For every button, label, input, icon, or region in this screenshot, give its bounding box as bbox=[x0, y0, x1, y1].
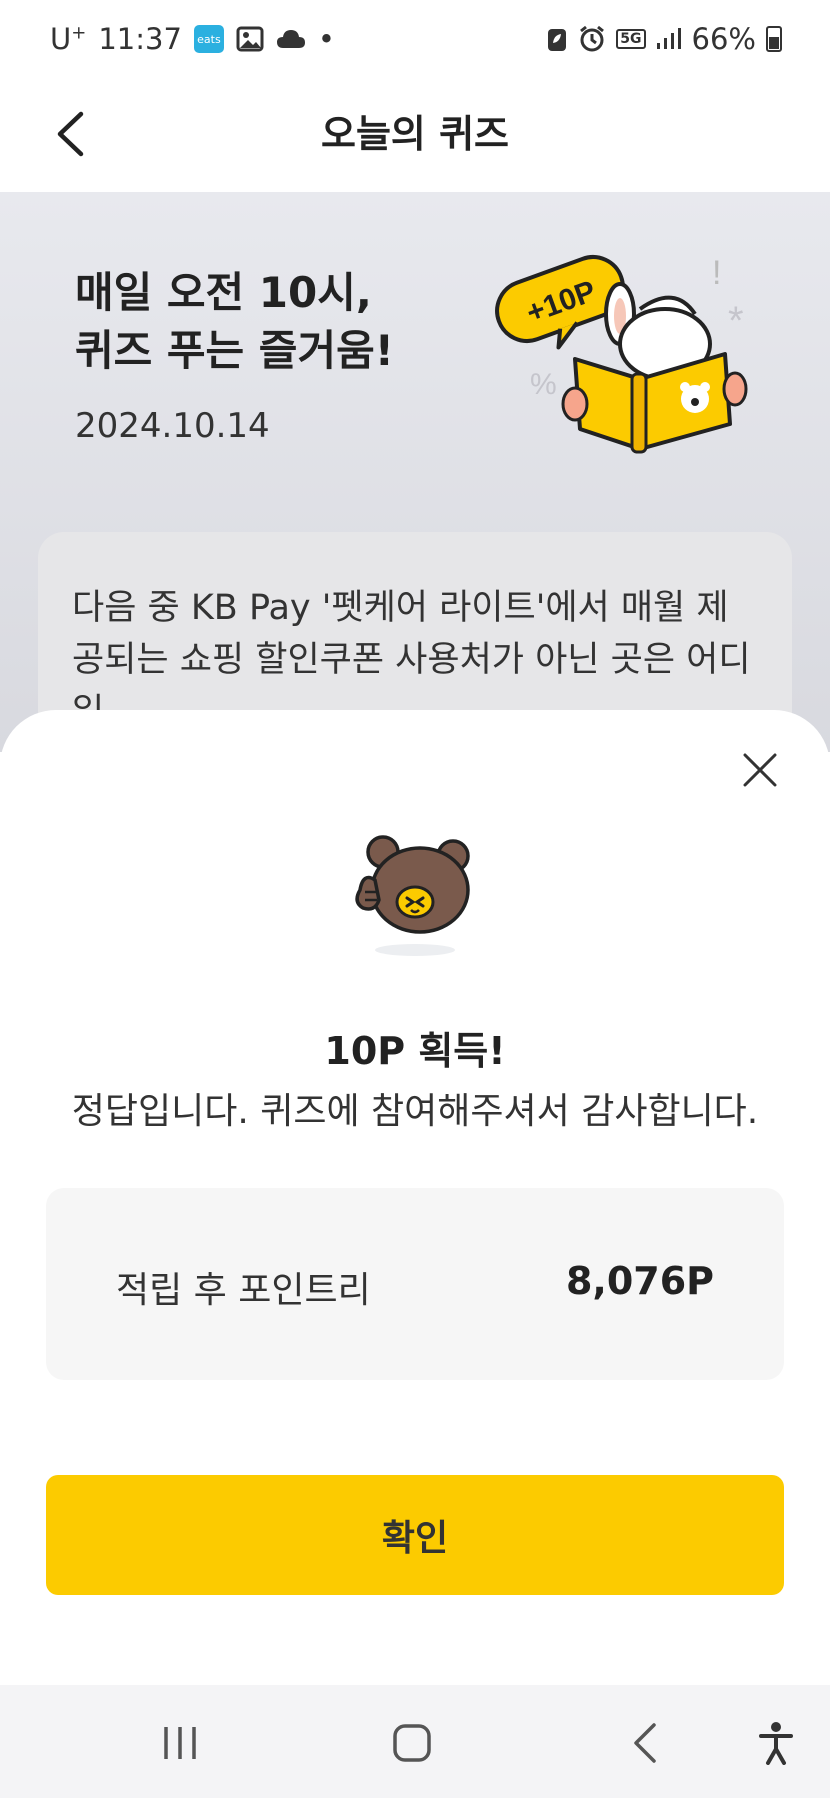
reward-title: 10P 획득! bbox=[324, 1029, 506, 1073]
status-left: U+ 11:37 eats • bbox=[50, 22, 335, 56]
confirm-button[interactable]: 확인 bbox=[46, 1475, 784, 1595]
promo-title: 매일 오전 10시, 퀴즈 푸는 즐거움! bbox=[75, 268, 394, 375]
accessibility-button[interactable] bbox=[736, 1713, 816, 1773]
reading-bunny-illustration: +10P ! * % bbox=[495, 254, 748, 454]
system-back-button[interactable] bbox=[605, 1713, 685, 1773]
thumbs-up-bear-illustration bbox=[355, 835, 470, 956]
eats-app-icon: eats bbox=[193, 25, 224, 53]
points-label: 적립 후 포인트리 bbox=[116, 1270, 371, 1311]
reward-message: 정답입니다. 퀴즈에 참여해주셔서 감사합니다. bbox=[71, 1091, 759, 1132]
gallery-icon bbox=[236, 26, 264, 52]
accessibility-icon bbox=[759, 1722, 793, 1765]
battery-icon bbox=[766, 26, 782, 52]
carrier-label: U+ bbox=[50, 22, 87, 56]
svg-text:*: * bbox=[728, 299, 744, 343]
points-summary-box: 적립 후 포인트리 8,076P bbox=[46, 1188, 784, 1380]
app-header: 오늘의 퀴즈 bbox=[0, 80, 830, 192]
cloud-icon bbox=[276, 30, 305, 48]
page-title: 오늘의 퀴즈 bbox=[320, 112, 510, 156]
quiz-date: 2024.10.14 bbox=[75, 406, 270, 446]
clock-time: 11:37 bbox=[98, 22, 182, 56]
close-icon bbox=[743, 753, 777, 787]
battery-saver-icon bbox=[548, 29, 567, 51]
quiz-intro-section: 매일 오전 10시, 퀴즈 푸는 즐거움! 2024.10.14 +10P ! … bbox=[0, 192, 830, 792]
close-button[interactable] bbox=[730, 740, 790, 800]
svg-text:!: ! bbox=[712, 254, 721, 292]
status-bar: U+ 11:37 eats • 5G 66% bbox=[0, 0, 830, 80]
recent-apps-icon bbox=[164, 1727, 196, 1759]
result-bottom-sheet: 10P 획득! 정답입니다. 퀴즈에 참여해주셔서 감사합니다. 적립 후 포인… bbox=[0, 710, 830, 1685]
svg-text:%: % bbox=[530, 368, 557, 401]
points-value: 8,076P bbox=[565, 1259, 714, 1303]
back-arrow-icon bbox=[634, 1723, 656, 1763]
home-icon bbox=[393, 1724, 431, 1762]
status-right: 5G 66% bbox=[546, 22, 782, 56]
battery-percent: 66% bbox=[691, 22, 756, 56]
recent-apps-button[interactable] bbox=[140, 1713, 220, 1773]
system-nav-bar bbox=[0, 1685, 830, 1798]
signal-icon bbox=[656, 28, 681, 49]
network-5g-icon: 5G bbox=[616, 29, 646, 49]
home-button[interactable] bbox=[372, 1713, 452, 1773]
alarm-icon bbox=[580, 25, 605, 52]
notification-dot: • bbox=[317, 22, 336, 56]
